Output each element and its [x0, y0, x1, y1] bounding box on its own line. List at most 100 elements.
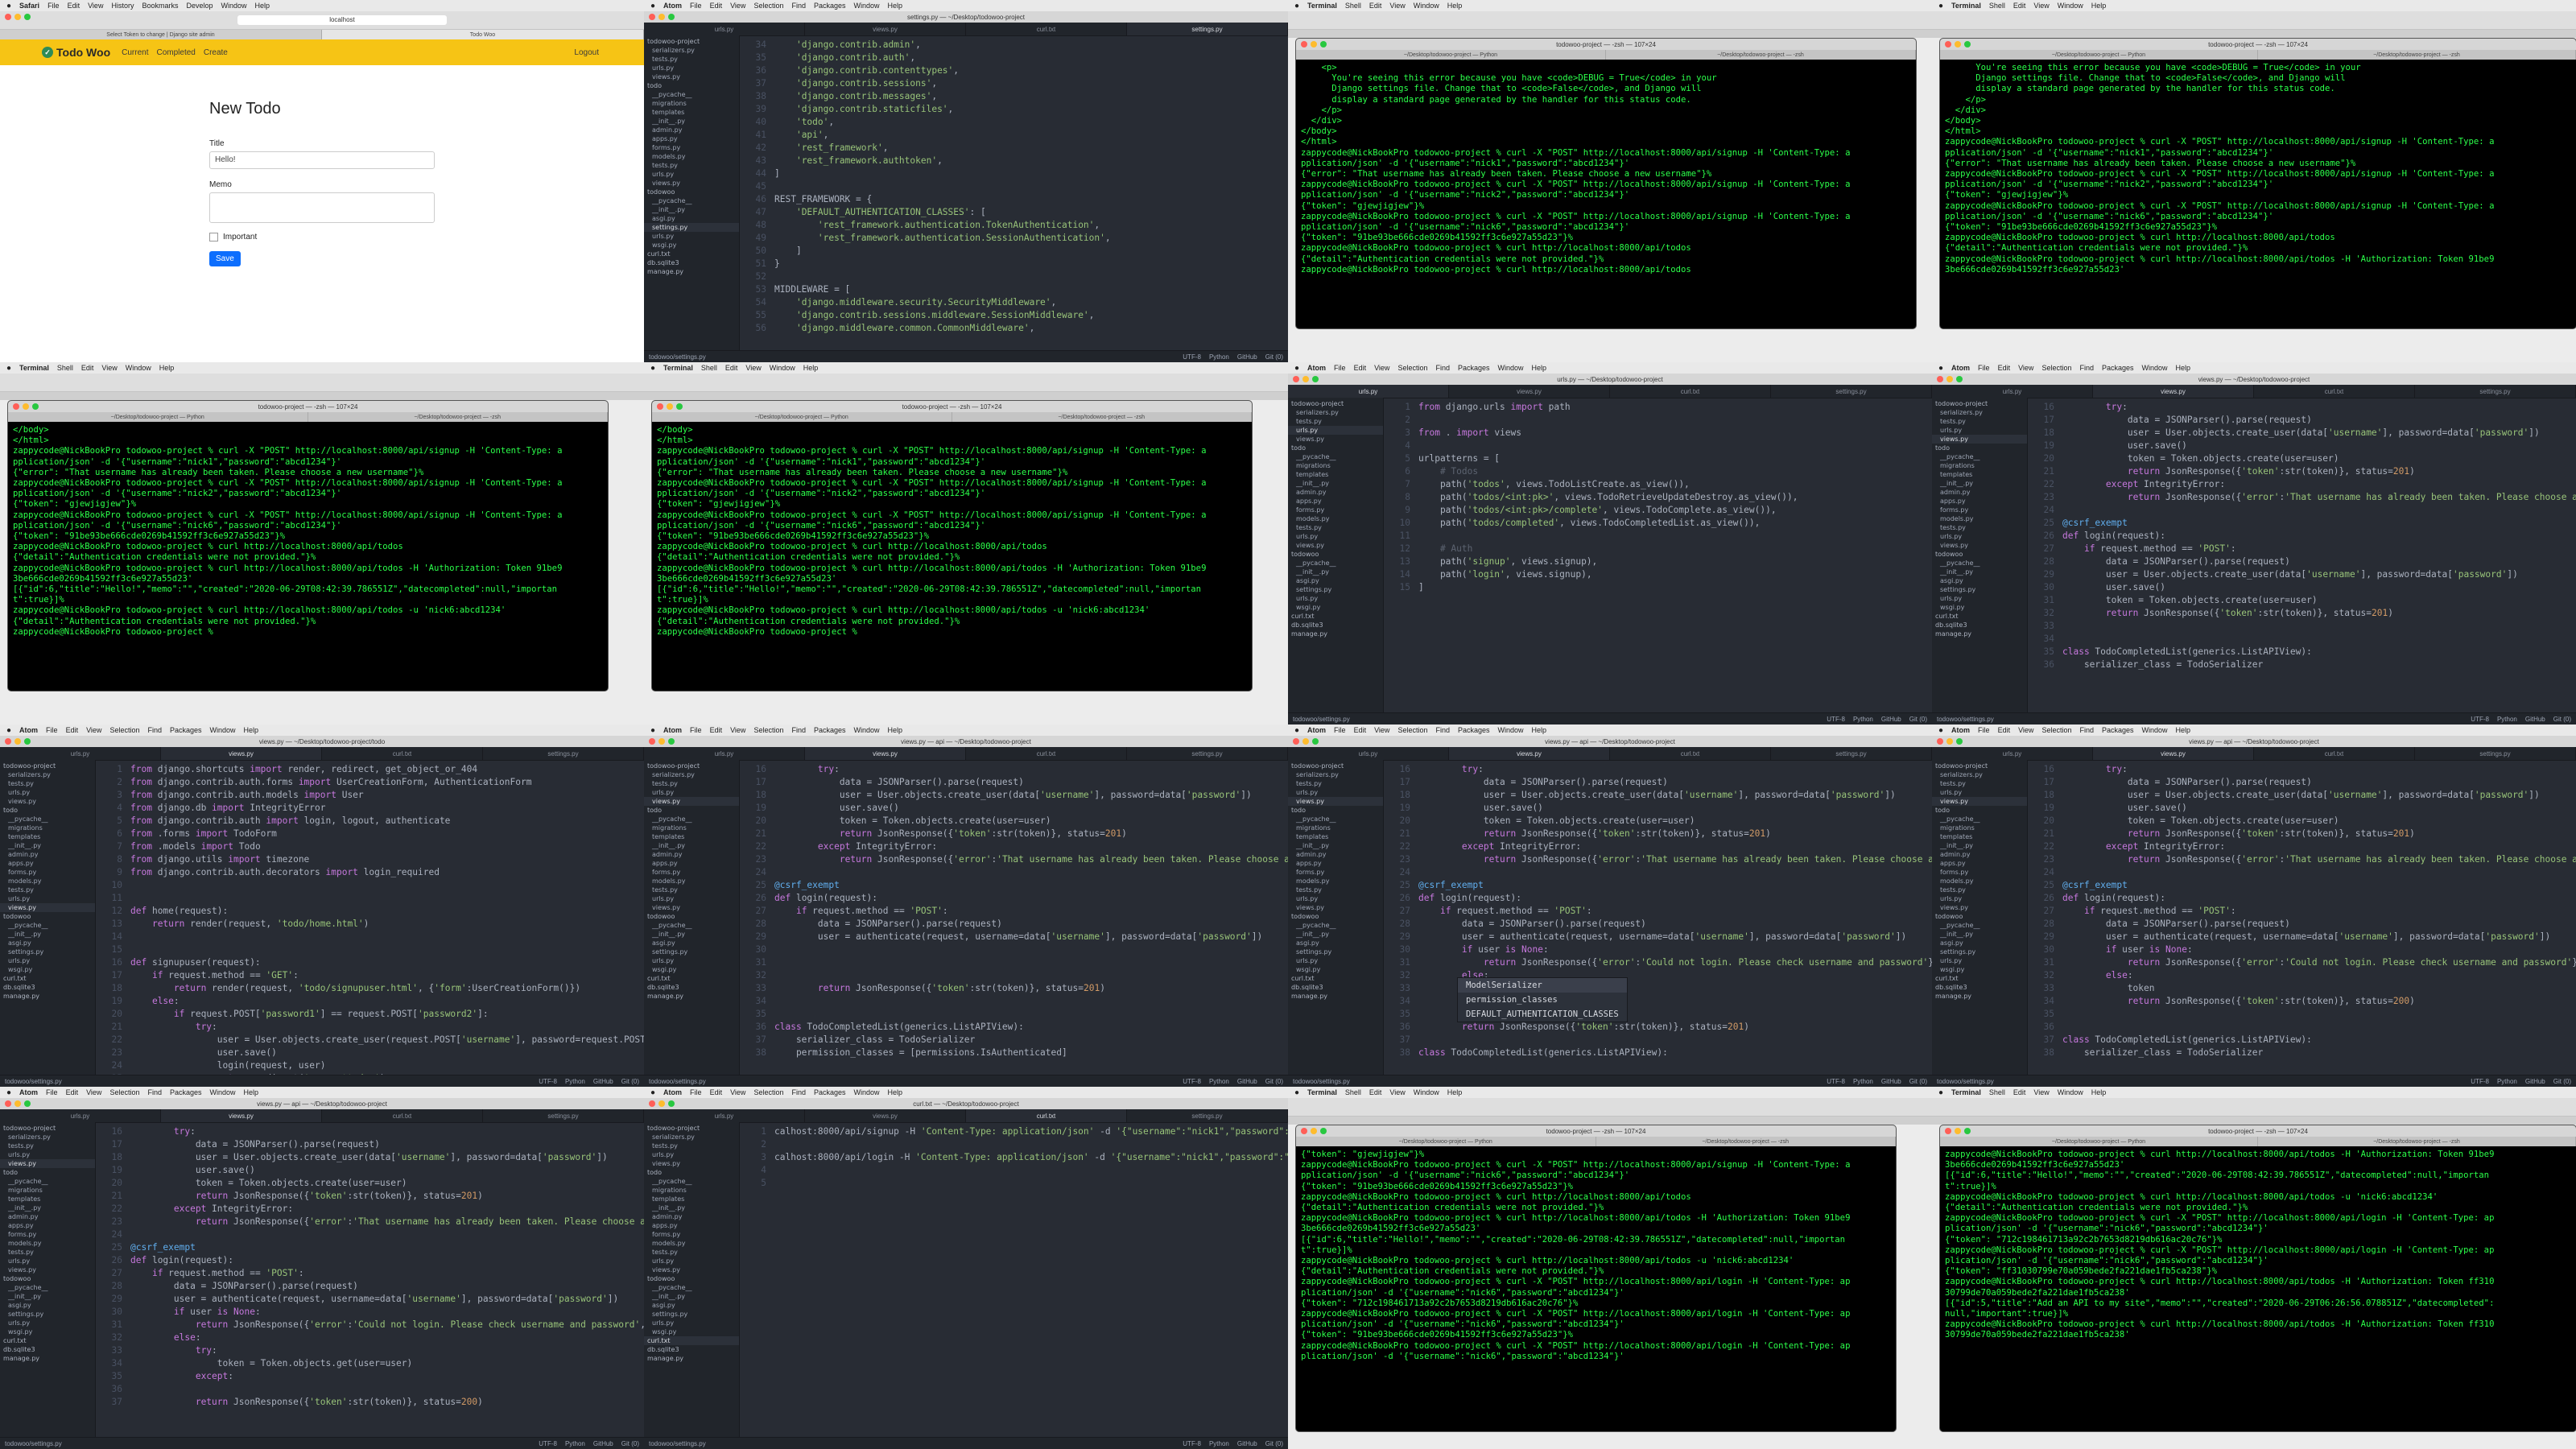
autocomplete-item[interactable]: permission_classes [1458, 993, 1627, 1007]
tree-folder[interactable]: curl.txt [1288, 974, 1383, 983]
menu-item[interactable]: Help [244, 726, 259, 734]
tree-file[interactable]: urls.py [0, 1257, 95, 1265]
menu-item[interactable]: Window [854, 1088, 880, 1096]
tree-file[interactable]: views.py [644, 903, 739, 912]
terminal-output[interactable]: </body> </html> zappycode@NickBookPro todo… [652, 422, 1252, 691]
menu-item[interactable]: View [2033, 1088, 2049, 1096]
tree-file[interactable]: wsgi.py [644, 1327, 739, 1336]
editor-tab[interactable]: settings.py [1127, 747, 1288, 760]
menu-item[interactable]: Find [791, 2, 806, 10]
tree-folder[interactable]: todo [644, 81, 739, 90]
menu-item[interactable]: History [111, 2, 134, 10]
close-button[interactable] [649, 1100, 655, 1107]
minimize-button[interactable] [1946, 376, 1953, 382]
editor-tab[interactable]: views.py [2093, 385, 2254, 398]
editor-tab[interactable]: settings.py [2415, 747, 2576, 760]
tree-file[interactable]: views.py [0, 1265, 95, 1274]
menu-item[interactable]: View [2033, 2, 2049, 10]
menu-item[interactable]: Window [210, 726, 236, 734]
tree-file[interactable]: tests.py [644, 55, 739, 64]
tree-folder[interactable]: todowoo-project [0, 762, 95, 770]
menu-item[interactable]: Selection [753, 2, 783, 10]
tree-file[interactable]: __pycache__ [0, 1177, 95, 1186]
nav-link[interactable]: Current [122, 48, 148, 57]
tree-file[interactable]: models.py [644, 877, 739, 886]
tree-file[interactable]: views.py [0, 903, 95, 912]
tree-file[interactable]: __init__.py [644, 1292, 739, 1301]
tree-file[interactable]: tests.py [0, 1141, 95, 1150]
tree-file[interactable]: __pycache__ [644, 921, 739, 930]
menu-item[interactable]: Shell [701, 364, 717, 372]
menu-item[interactable]: Shell [1989, 2, 2005, 10]
close-button[interactable] [13, 403, 19, 410]
tree-file[interactable]: __pycache__ [1932, 452, 2027, 461]
menu-item[interactable]: View [101, 364, 117, 372]
status-encoding[interactable]: UTF-8 [539, 1440, 557, 1447]
editor-tab[interactable]: curl.txt [322, 747, 483, 760]
tree-file[interactable]: urls.py [644, 170, 739, 179]
tree-file[interactable]: views.py [644, 179, 739, 188]
window-controls[interactable] [1301, 41, 1327, 47]
tree-folder[interactable]: todo [1288, 444, 1383, 452]
tree-file[interactable]: migrations [0, 1186, 95, 1195]
menu-item[interactable]: Packages [814, 726, 846, 734]
tree-file[interactable]: __pycache__ [0, 921, 95, 930]
zoom-button[interactable] [668, 738, 675, 745]
tree-file[interactable]: asgi.py [1932, 576, 2027, 585]
tree-file[interactable]: __init__.py [0, 930, 95, 939]
zoom-button[interactable] [1964, 1128, 1971, 1134]
memo-textarea[interactable] [209, 192, 435, 223]
tree-file[interactable]: serializers.py [644, 46, 739, 55]
tree-file[interactable]: __init__.py [644, 1203, 739, 1212]
menu-item[interactable]: View [1389, 2, 1405, 10]
tree-file[interactable]: urls.py [0, 894, 95, 903]
tree-file[interactable]: wsgi.py [1288, 965, 1383, 974]
tree-file[interactable]: views.py [1288, 435, 1383, 444]
tree-file[interactable]: urls.py [1288, 426, 1383, 435]
tree-file[interactable]: admin.py [0, 1212, 95, 1221]
tree-file[interactable]: wsgi.py [0, 965, 95, 974]
tree-folder[interactable]: todowoo-project [644, 37, 739, 46]
window-controls[interactable] [1945, 41, 1971, 47]
terminal-output[interactable]: You're seeing this error because you hav… [1940, 60, 2576, 328]
tree-file[interactable]: urls.py [1288, 894, 1383, 903]
menu-item[interactable]: Packages [1458, 726, 1490, 734]
tree-file[interactable]: settings.py [1932, 947, 2027, 956]
tree-file[interactable]: apps.py [1288, 859, 1383, 868]
tree-folder[interactable]: manage.py [1288, 630, 1383, 638]
status-encoding[interactable]: UTF-8 [1827, 1078, 1845, 1085]
save-button[interactable]: Save [209, 251, 241, 266]
tree-file[interactable]: views.py [1932, 435, 2027, 444]
tree-folder[interactable]: todowoo [1288, 912, 1383, 921]
close-button[interactable] [5, 738, 11, 745]
editor-tab[interactable]: views.py [805, 747, 966, 760]
close-button[interactable] [657, 403, 663, 410]
status-github[interactable]: GitHub [2525, 716, 2545, 723]
status-git[interactable]: Git (0) [1265, 1078, 1283, 1085]
tree-file[interactable]: __pycache__ [644, 90, 739, 99]
autocomplete-item[interactable]: DEFAULT_AUTHENTICATION_CLASSES [1458, 1007, 1627, 1022]
tree-file[interactable]: wsgi.py [1932, 603, 2027, 612]
menu-item[interactable]: Help [1447, 1088, 1463, 1096]
code-editor[interactable]: 34 'django.contrib.admin', 35 'django.con… [739, 35, 1288, 351]
menu-item[interactable]: Edit [1354, 726, 1367, 734]
tree-file[interactable]: admin.py [1932, 488, 2027, 497]
tree-file[interactable]: tests.py [1288, 523, 1383, 532]
tree-folder[interactable]: db.sqlite3 [644, 983, 739, 992]
terminal-output[interactable]: <p> You're seeing this error because you… [1296, 60, 1916, 328]
status-grammar[interactable]: Python [2497, 1078, 2517, 1085]
apple-icon[interactable]: ● [1294, 364, 1299, 373]
menu-item[interactable]: View [88, 2, 103, 10]
menu-item[interactable]: Help [888, 726, 903, 734]
tree-file[interactable]: __pycache__ [1288, 921, 1383, 930]
apple-icon[interactable]: ● [6, 2, 11, 10]
apple-icon[interactable]: ● [1938, 1088, 1943, 1097]
tree-file[interactable]: urls.py [0, 788, 95, 797]
tree-folder[interactable]: manage.py [1932, 992, 2027, 1001]
tree-file[interactable]: views.py [0, 1159, 95, 1168]
tree-file[interactable]: views.py [1288, 797, 1383, 806]
tree-file[interactable]: forms.py [1288, 506, 1383, 514]
apple-icon[interactable]: ● [6, 1088, 11, 1097]
menu-item[interactable]: Develop [186, 2, 213, 10]
menu-item[interactable]: Edit [2013, 1088, 2026, 1096]
